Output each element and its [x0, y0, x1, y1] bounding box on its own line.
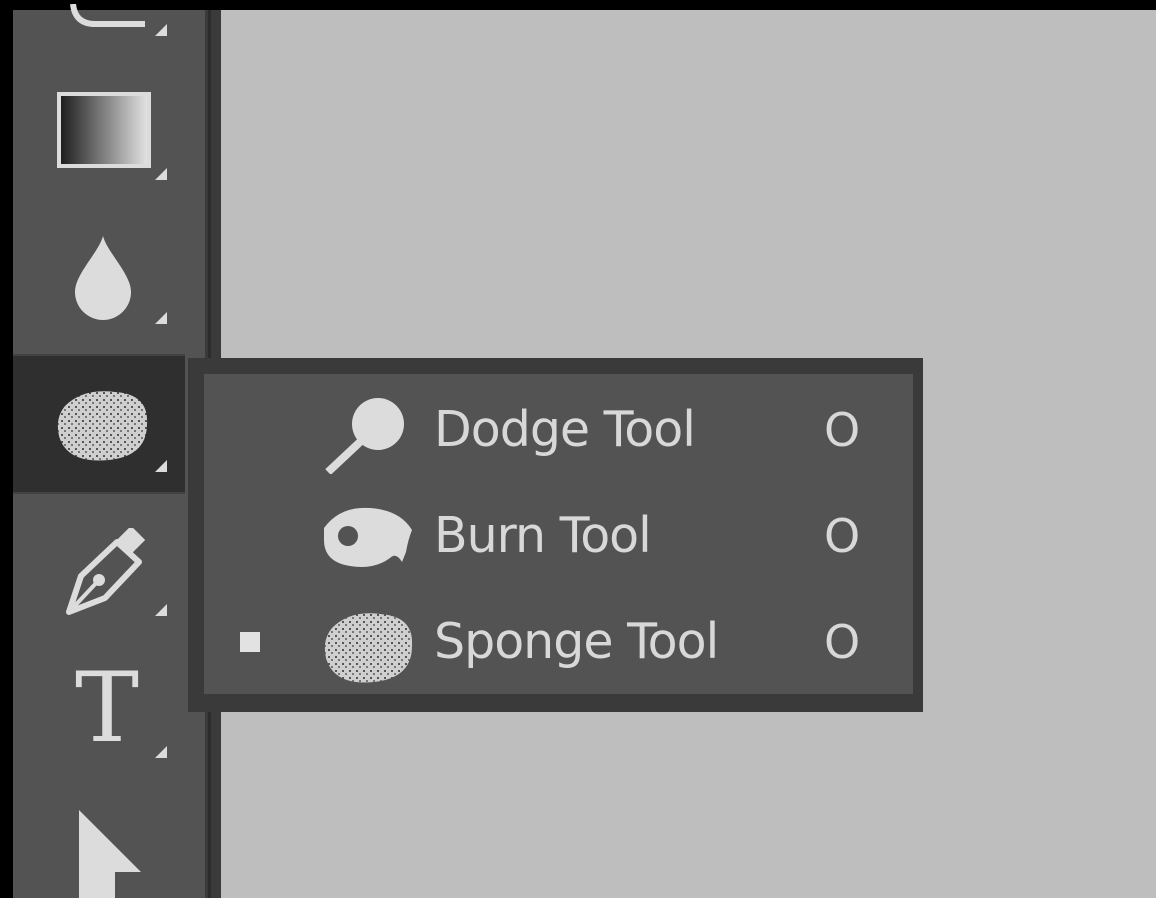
submenu-indicator [155, 168, 167, 180]
menu-item-label: Burn Tool [434, 507, 652, 564]
flyout-menu-body: Dodge Tool O Burn Tool O Sponge Tool O [204, 374, 913, 694]
dodge-icon [325, 398, 404, 474]
sponge-icon [324, 613, 413, 683]
window-left-edge [0, 0, 13, 898]
pen-icon [66, 528, 146, 615]
selected-indicator [240, 632, 260, 652]
menu-item-shortcut: O [824, 403, 861, 457]
submenu-indicator [155, 604, 167, 616]
window-top-edge [0, 0, 1156, 10]
burn-icon [324, 507, 412, 567]
blur-tool-button[interactable] [13, 212, 185, 342]
path-selection-tool-button[interactable] [13, 790, 185, 898]
clone-stamp-icon [70, 4, 145, 27]
tool-flyout-menu: Dodge Tool O Burn Tool O Sponge Tool O [188, 358, 923, 712]
menu-item-label: Dodge Tool [434, 401, 696, 458]
clone-stamp-tool-button[interactable] [13, 4, 185, 48]
menu-item-shortcut: O [824, 509, 861, 563]
submenu-indicator [155, 746, 167, 758]
submenu-indicator [155, 24, 167, 36]
gradient-icon [57, 92, 151, 168]
menu-item-shortcut: O [824, 615, 861, 669]
path-selection-icon [79, 810, 141, 898]
type-tool-button[interactable]: T [13, 650, 185, 770]
menu-item-sponge-tool[interactable]: Sponge Tool O [204, 592, 913, 692]
menu-item-burn-tool[interactable]: Burn Tool O [204, 486, 913, 586]
submenu-indicator [155, 312, 167, 324]
menu-item-label: Sponge Tool [434, 613, 719, 670]
type-icon: T [75, 652, 140, 764]
sponge-icon [57, 391, 148, 461]
sponge-tool-button[interactable] [13, 354, 185, 494]
submenu-indicator [155, 460, 167, 472]
blur-icon [75, 236, 131, 320]
gradient-tool-button[interactable] [13, 70, 185, 190]
pen-tool-button[interactable] [13, 510, 185, 630]
menu-item-dodge-tool[interactable]: Dodge Tool O [204, 380, 913, 480]
